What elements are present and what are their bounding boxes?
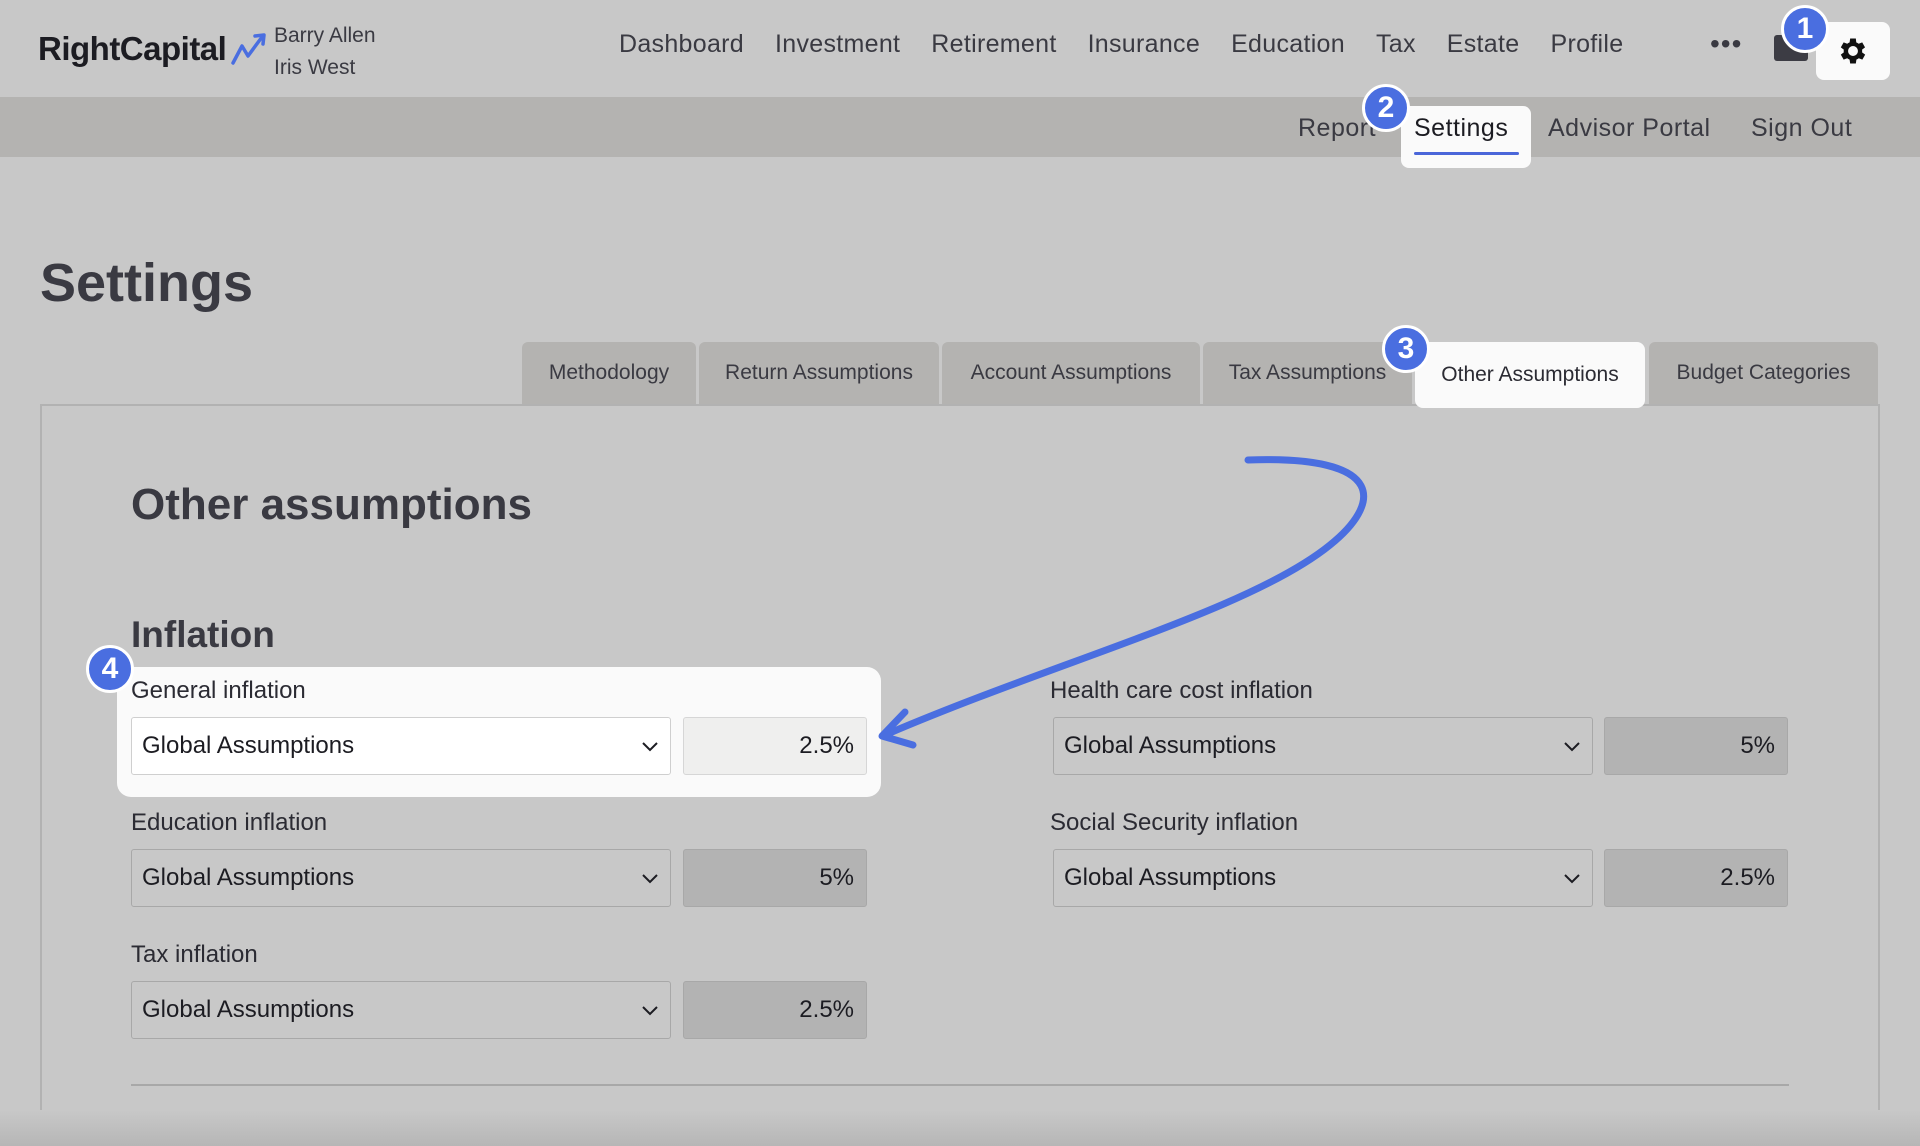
nav-education[interactable]: Education — [1231, 30, 1345, 59]
nav-dashboard[interactable]: Dashboard — [619, 30, 744, 59]
select-value: Global Assumptions — [142, 732, 355, 759]
tab-account-assumptions[interactable]: Account Assumptions — [942, 342, 1200, 404]
select-value: Global Assumptions — [1064, 732, 1277, 759]
inflation-heading: Inflation — [131, 614, 275, 655]
brand-logo[interactable]: RightCapital — [38, 30, 270, 68]
select-value: Global Assumptions — [1064, 864, 1277, 891]
select-value: Global Assumptions — [142, 996, 355, 1023]
nav-sign-out[interactable]: Sign Out — [1751, 114, 1852, 143]
social-security-inflation-value[interactable]: 2.5% — [1604, 849, 1788, 907]
social-security-inflation-select[interactable]: Global Assumptions — [1053, 849, 1593, 907]
tab-tax-assumptions[interactable]: Tax Assumptions — [1203, 342, 1412, 404]
section-title: Other assumptions — [131, 480, 532, 529]
tab-return-assumptions[interactable]: Return Assumptions — [699, 342, 939, 404]
education-inflation-select[interactable]: Global Assumptions — [131, 849, 671, 907]
chevron-down-icon — [1564, 742, 1580, 752]
tax-inflation-label: Tax inflation — [131, 941, 258, 968]
nav-investment[interactable]: Investment — [775, 30, 900, 59]
nav-advisor-portal[interactable]: Advisor Portal — [1548, 114, 1711, 143]
select-value: Global Assumptions — [142, 864, 355, 891]
nav-settings[interactable]: Settings — [1401, 106, 1531, 168]
main-nav: Dashboard Investment Retirement Insuranc… — [619, 30, 1654, 59]
general-inflation-select[interactable]: Global Assumptions — [131, 717, 671, 775]
gear-icon — [1840, 38, 1866, 64]
education-inflation-value[interactable]: 5% — [683, 849, 867, 907]
step-badge-3: 3 — [1382, 325, 1430, 373]
step-badge-1: 1 — [1781, 5, 1829, 53]
brand-name: RightCapital — [38, 30, 227, 67]
section-divider — [131, 1084, 1789, 1086]
nav-retirement[interactable]: Retirement — [931, 30, 1056, 59]
tax-inflation-select[interactable]: Global Assumptions — [131, 981, 671, 1039]
nav-estate[interactable]: Estate — [1447, 30, 1520, 59]
more-menu-button[interactable]: ••• — [1710, 28, 1742, 60]
nav-insurance[interactable]: Insurance — [1088, 30, 1201, 59]
social-security-inflation-label: Social Security inflation — [1050, 809, 1299, 836]
general-inflation-label: General inflation — [131, 677, 306, 704]
chevron-down-icon — [642, 1006, 658, 1016]
tax-inflation-value[interactable]: 2.5% — [683, 981, 867, 1039]
top-navigation-bar: RightCapital Barry Allen Iris West Dashb… — [0, 0, 1920, 97]
step-badge-4: 4 — [86, 645, 134, 693]
tab-methodology[interactable]: Methodology — [522, 342, 696, 404]
general-inflation-value[interactable]: 2.5% — [683, 717, 867, 775]
health-inflation-select[interactable]: Global Assumptions — [1053, 717, 1593, 775]
health-inflation-value[interactable]: 5% — [1604, 717, 1788, 775]
bottom-fade — [0, 1110, 1920, 1146]
page-title: Settings — [40, 253, 254, 313]
tab-budget-categories[interactable]: Budget Categories — [1649, 342, 1878, 404]
client-name: Barry Allen — [274, 24, 376, 47]
nav-profile[interactable]: Profile — [1550, 30, 1623, 59]
nav-settings-label: Settings — [1414, 114, 1509, 142]
client-names[interactable]: Barry Allen Iris West — [274, 20, 376, 84]
step-badge-2: 2 — [1362, 84, 1410, 132]
trend-arrow-icon — [231, 33, 267, 65]
nav-tax[interactable]: Tax — [1376, 30, 1416, 59]
chevron-down-icon — [642, 742, 658, 752]
active-underline — [1414, 152, 1519, 155]
general-inflation-highlight: General inflation Global Assumptions 2.5… — [117, 667, 881, 797]
education-inflation-label: Education inflation — [131, 809, 328, 836]
tab-other-assumptions[interactable]: Other Assumptions — [1415, 342, 1645, 408]
client-name: Iris West — [274, 56, 356, 79]
chevron-down-icon — [1564, 874, 1580, 884]
chevron-down-icon — [642, 874, 658, 884]
health-inflation-label: Health care cost inflation — [1050, 677, 1313, 704]
